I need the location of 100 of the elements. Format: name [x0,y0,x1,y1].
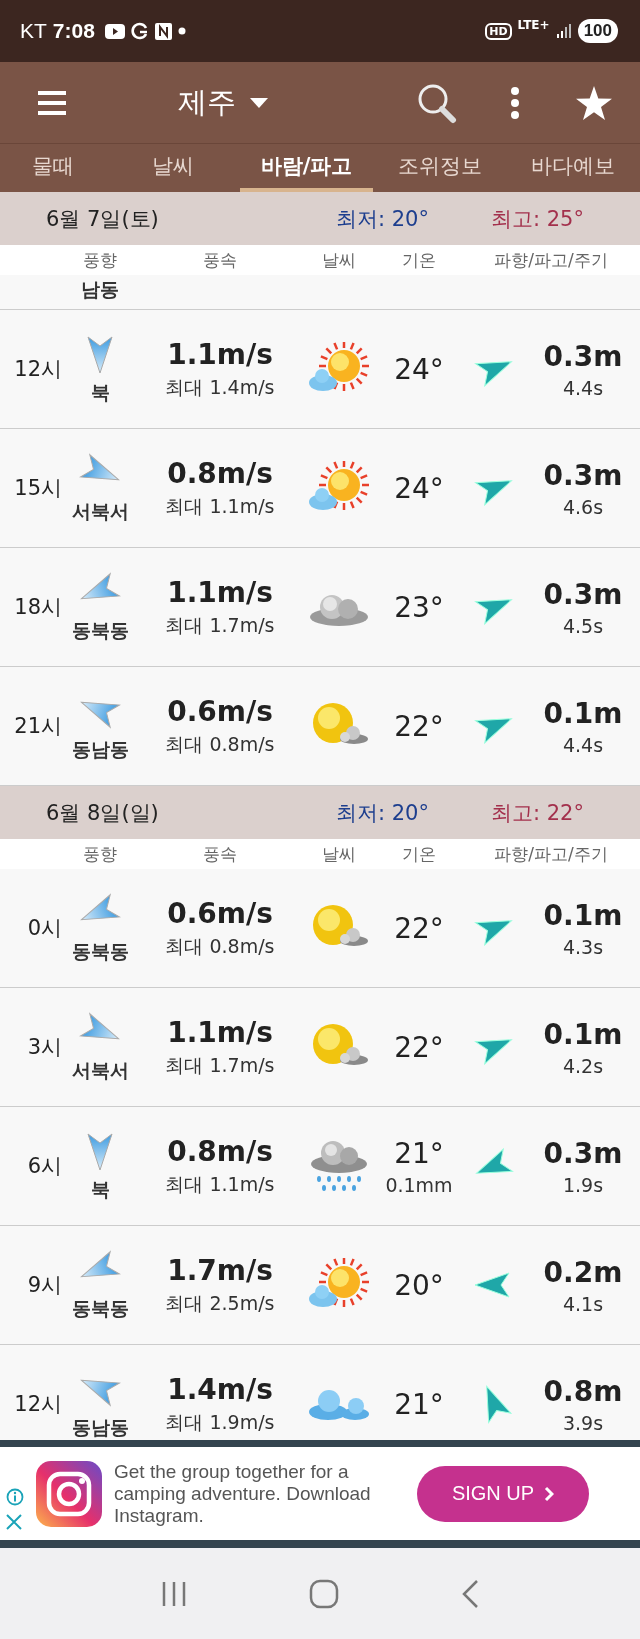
column-header: 파향/파고/주기 [493,842,609,866]
time-label: 3시 [26,1034,62,1061]
column-header: 풍속 [202,248,238,272]
wave-period: 4.6s [562,495,604,518]
battery-level: 100 [577,19,618,43]
wave-period: 3.9s [562,1411,604,1434]
max-wind-speed: 최대 1.1m/s [165,493,275,519]
high-temp: 최고: 22° [491,799,584,827]
precipitation: 0.1mm [385,1173,453,1196]
max-wind-speed: 최대 2.5m/s [165,1290,275,1316]
max-wind-speed: 최대 0.8m/s [165,731,275,757]
signal-icon [555,23,572,39]
wave-period: 4.4s [562,376,604,399]
temperature: 21° [394,1387,444,1421]
tab[interactable]: 물때 [0,144,107,192]
temperature: 24° [394,471,444,505]
low-temp: 최저: 20° [336,205,430,233]
column-header: 파향/파고/주기 [493,248,609,272]
wave-height: 0.8m [543,1374,623,1408]
max-wind-speed: 최대 1.1m/s [165,1171,275,1197]
tab[interactable]: 조위정보 [373,144,507,192]
time-label: 9시 [26,1272,62,1299]
wave-height: 0.3m [543,1136,623,1170]
max-wind-speed: 최대 1.7m/s [165,612,275,638]
max-wind-speed: 최대 1.9m/s [165,1409,275,1435]
column-header: 날씨 [321,842,357,866]
location-dropdown[interactable]: 제주 [178,82,268,123]
wave-period: 1.9s [562,1173,604,1196]
column-header: 풍향 [82,842,118,866]
network-label: LTE+ [517,18,550,32]
max-wind-speed: 최대 1.7m/s [165,1052,275,1078]
tab[interactable]: 날씨 [106,144,240,192]
max-wind-speed: 최대 1.4m/s [165,374,275,400]
wave-period: 4.4s [562,733,604,756]
wave-height: 0.2m [543,1255,623,1289]
wind-speed: 0.6m/s [167,694,273,728]
wave-height: 0.1m [543,898,623,932]
hd-indicator: HD [485,22,512,40]
clock: 7:08 [52,19,95,43]
more-icon[interactable] [510,86,520,119]
wave-period: 4.2s [562,1054,604,1077]
wind-speed: 0.8m/s [167,1134,273,1168]
temperature: 22° [394,1030,444,1064]
date-label: 6월 7일(토) [46,205,160,233]
wave-height: 0.1m [543,1017,623,1051]
temperature: 22° [394,911,444,945]
low-temp: 최저: 20° [336,799,430,827]
menu-icon[interactable] [38,89,66,116]
wind-direction-label: 북 [90,1177,110,1202]
close-icon[interactable] [6,1513,22,1530]
ad-text: Get the group together for a camping adventure. Download Instagram. [114,1460,372,1527]
app-logo-icon [36,1460,102,1527]
caret-icon [250,97,268,108]
high-temp: 최고: 25° [491,205,584,233]
time-label: 12시 [13,1391,62,1418]
wind-direction-label: 서북서 [71,499,129,524]
wind-speed: 0.8m/s [167,456,273,490]
wave-height: 0.1m [543,696,623,730]
wind-speed: 1.1m/s [167,1015,273,1049]
temperature: 21° [394,1136,444,1170]
column-header: 풍향 [82,248,118,272]
video-icon [104,23,125,39]
wind-speed: 1.4m/s [167,1372,273,1406]
wave-period: 4.5s [562,614,604,637]
time-label: 15시 [13,475,62,502]
time-label: 12시 [13,356,62,383]
wind-direction-label: 동북동 [71,939,129,964]
wind-direction-label: 서북서 [71,1058,129,1083]
time-label: 21시 [13,713,62,740]
temperature: 20° [394,1268,444,1302]
wind-direction-label: 동북동 [71,618,129,643]
wave-period: 4.3s [562,935,604,958]
column-header: 기온 [401,842,437,866]
time-label: 18시 [13,594,62,621]
wind-speed: 1.7m/s [167,1253,273,1287]
max-wind-speed: 최대 0.8m/s [165,933,275,959]
wind-direction-label: 동남동 [71,1415,129,1440]
star-icon[interactable] [576,85,612,120]
temperature: 23° [394,590,444,624]
tab[interactable]: 바다예보 [506,144,640,192]
time-label: 0시 [26,915,62,942]
wave-height: 0.3m [543,577,623,611]
notification-icon [154,22,172,40]
temperature: 22° [394,709,444,743]
column-header: 날씨 [321,248,357,272]
home-icon[interactable] [309,1578,339,1609]
column-header: 풍속 [202,842,238,866]
wind-speed: 1.1m/s [167,575,273,609]
carrier: KT [20,19,47,43]
wave-height: 0.3m [543,458,623,492]
wind-speed: 0.6m/s [167,896,273,930]
date-label: 6월 8일(일) [46,799,160,827]
time-label: 6시 [26,1153,62,1180]
info-icon[interactable] [6,1487,24,1506]
sign-up-button[interactable]: SIGN UP [417,1465,589,1522]
wind-direction-label: 남동 [80,277,120,302]
dot-icon [177,27,186,35]
temperature: 24° [394,352,444,386]
wave-period: 4.1s [562,1292,604,1315]
chevron-right-icon [544,1485,555,1502]
